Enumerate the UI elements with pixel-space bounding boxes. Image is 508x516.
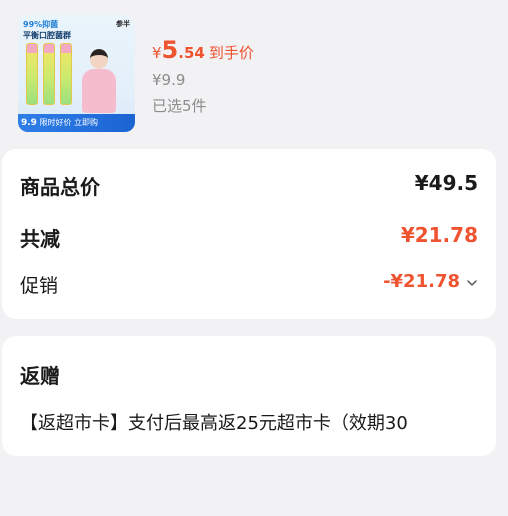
total-reduction-row: 共减 ¥21.78: [20, 223, 478, 251]
product-summary: 99%抑菌 平衡口腔菌群 参半 9.9 限时好价 立即购 ¥5.54 到手价 ¥9…: [0, 0, 508, 140]
model-image: [80, 49, 118, 113]
total-price-value: ¥49.5: [414, 171, 478, 195]
toothpaste-stick-image: [43, 43, 55, 105]
product-thumbnail[interactable]: 99%抑菌 平衡口腔菌群 参半 9.9 限时好价 立即购: [18, 15, 135, 132]
price-label: 到手价: [208, 44, 254, 62]
thumbnail-tagline-2: 平衡口腔菌群: [23, 31, 71, 40]
toothpaste-stick-image: [26, 43, 38, 105]
gift-title: 返赠: [20, 364, 60, 388]
promotion-label: 促销: [20, 275, 59, 297]
price-currency: ¥: [152, 44, 162, 62]
total-reduction-value: ¥21.78: [400, 223, 478, 247]
total-reduction-label: 共减: [20, 227, 60, 251]
thumbnail-promo-price: 9.9: [21, 118, 37, 128]
selected-quantity[interactable]: 已选5件: [152, 95, 207, 116]
price-decimal: .54: [178, 44, 205, 62]
thumbnail-brand: 参半: [116, 20, 130, 28]
gift-card: 返赠 【返超市卡】支付后最高返25元超市卡（效期30: [2, 336, 496, 456]
total-price-row: 商品总价 ¥49.5: [20, 171, 478, 199]
promotion-row[interactable]: 促销 -¥21.78: [20, 271, 478, 299]
final-price: ¥5.54 到手价: [152, 36, 254, 64]
thumbnail-promo-banner: 9.9 限时好价 立即购: [18, 114, 135, 132]
thumbnail-tagline-1: 99%抑菌: [23, 20, 59, 29]
price-integer: 5: [161, 36, 179, 64]
toothpaste-stick-image: [60, 43, 72, 105]
price-breakdown-card: 商品总价 ¥49.5 共减 ¥21.78 促销 -¥21.78: [2, 149, 496, 319]
total-price-label: 商品总价: [20, 175, 100, 199]
gift-description[interactable]: 【返超市卡】支付后最高返25元超市卡（效期30: [20, 409, 408, 435]
thumbnail-promo-text: 限时好价 立即购: [39, 118, 99, 127]
promotion-value: -¥21.78: [383, 271, 460, 292]
original-price: ¥9.9: [152, 71, 186, 89]
chevron-down-icon[interactable]: [466, 277, 478, 289]
